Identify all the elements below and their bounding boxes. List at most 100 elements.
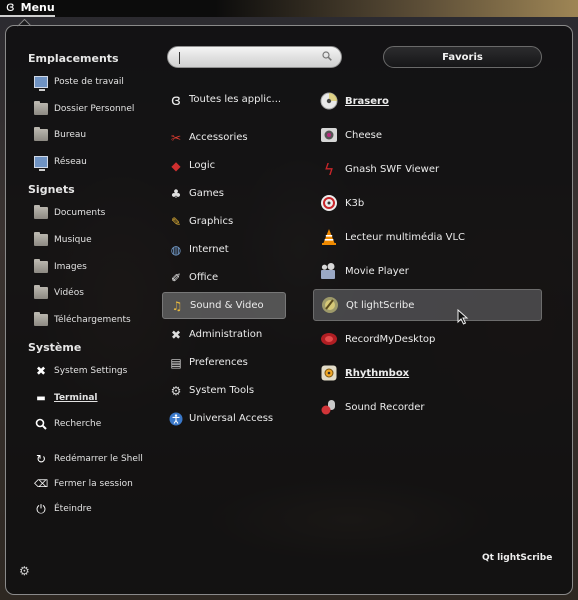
system-item-search[interactable]: Recherche bbox=[34, 415, 101, 433]
system-item-terminal[interactable]: ▬ Terminal bbox=[34, 389, 97, 407]
folder-icon bbox=[34, 285, 48, 299]
category-system-tools[interactable]: ⚙ System Tools bbox=[162, 377, 286, 404]
category-office[interactable]: ✐ Office bbox=[162, 264, 286, 291]
session-label: Fermer la session bbox=[54, 479, 133, 489]
category-label: System Tools bbox=[189, 385, 255, 396]
folder-icon bbox=[34, 101, 48, 115]
office-icon: ✐ bbox=[170, 270, 182, 285]
bookmark-item-documents[interactable]: Documents bbox=[34, 204, 105, 222]
place-label: Dossier Personnel bbox=[54, 104, 135, 114]
top-bar: ɞ Menu bbox=[0, 0, 578, 17]
category-label: Internet bbox=[189, 244, 229, 255]
favorites-button[interactable]: Favoris bbox=[383, 46, 542, 68]
k3b-icon bbox=[319, 193, 339, 213]
category-all-applications[interactable]: ɞ Toutes les applic... bbox=[162, 86, 286, 113]
bookmark-label: Téléchargements bbox=[54, 315, 131, 325]
bookmark-item-downloads[interactable]: Téléchargements bbox=[34, 311, 131, 329]
mouse-pointer-icon bbox=[457, 309, 469, 325]
app-k3b[interactable]: K3b bbox=[313, 187, 542, 219]
lightscribe-icon bbox=[320, 295, 340, 315]
category-games[interactable]: ♣ Games bbox=[162, 180, 286, 207]
search-icon bbox=[34, 417, 48, 431]
places-heading: Emplacements bbox=[28, 52, 119, 65]
bookmark-item-images[interactable]: Images bbox=[34, 258, 87, 276]
top-bar-background bbox=[60, 0, 578, 17]
selected-app-name: Qt lightScribe bbox=[482, 553, 553, 563]
tools-icon: ✖ bbox=[35, 364, 47, 378]
place-label: Poste de travail bbox=[54, 77, 124, 87]
menu-label: Menu bbox=[20, 1, 55, 14]
bookmarks-heading: Signets bbox=[28, 183, 75, 196]
app-label: Gnash SWF Viewer bbox=[345, 163, 440, 175]
terminal-icon: ▬ bbox=[36, 392, 46, 404]
app-label: Qt lightScribe bbox=[346, 299, 415, 311]
category-sound-video[interactable]: ♫ Sound & Video bbox=[162, 292, 286, 319]
folder-icon bbox=[34, 232, 48, 246]
category-accessories[interactable]: ✂ Accessories bbox=[162, 124, 286, 151]
app-gnash[interactable]: ϟ Gnash SWF Viewer bbox=[313, 153, 542, 185]
app-label: RecordMyDesktop bbox=[345, 333, 436, 345]
folder-icon bbox=[34, 312, 48, 326]
app-sound-recorder[interactable]: Sound Recorder bbox=[313, 391, 542, 423]
place-item-network[interactable]: Réseau bbox=[34, 153, 87, 171]
category-logic[interactable]: ◆ Logic bbox=[162, 152, 286, 179]
accessibility-icon bbox=[168, 411, 184, 427]
folder-icon bbox=[34, 259, 48, 273]
session-item-restart-shell[interactable]: ↻ Redémarrer le Shell bbox=[34, 450, 143, 468]
category-graphics[interactable]: ✎ Graphics bbox=[162, 208, 286, 235]
restart-icon: ↻ bbox=[35, 452, 47, 466]
place-item-computer[interactable]: Poste de travail bbox=[34, 73, 124, 91]
app-label: Lecteur multimédia VLC bbox=[345, 231, 466, 243]
category-universal-access[interactable]: Universal Access bbox=[162, 405, 286, 432]
search-input[interactable] bbox=[167, 46, 342, 68]
place-item-desktop[interactable]: Bureau bbox=[34, 126, 86, 144]
app-label: Movie Player bbox=[345, 265, 409, 277]
folder-icon bbox=[34, 205, 48, 219]
category-label: Logic bbox=[189, 160, 216, 171]
category-label: Accessories bbox=[189, 132, 248, 143]
session-label: Redémarrer le Shell bbox=[54, 454, 143, 464]
session-item-logout[interactable]: ⌫ Fermer la session bbox=[34, 475, 133, 493]
gnome-foot-icon: ɞ bbox=[6, 0, 15, 15]
app-label: Cheese bbox=[345, 129, 382, 141]
gnome-foot-icon: ɞ bbox=[171, 90, 181, 109]
system-item-settings[interactable]: ✖ System Settings bbox=[34, 362, 127, 380]
camera-icon bbox=[319, 125, 339, 145]
games-icon: ♣ bbox=[170, 186, 182, 201]
network-icon bbox=[34, 156, 48, 171]
folder-icon bbox=[34, 127, 48, 141]
app-label: Sound Recorder bbox=[345, 401, 425, 413]
bookmark-item-music[interactable]: Musique bbox=[34, 231, 92, 249]
vlc-cone-icon bbox=[319, 227, 339, 247]
movie-icon bbox=[319, 261, 339, 281]
session-item-shutdown[interactable]: ⏻ Éteindre bbox=[34, 500, 91, 518]
category-label: Toutes les applic... bbox=[189, 94, 282, 105]
category-label: Games bbox=[189, 188, 224, 199]
menu-button[interactable]: ɞ Menu bbox=[0, 0, 55, 17]
settings-gear-icon[interactable]: ⚙ bbox=[19, 564, 30, 578]
bookmark-item-videos[interactable]: Vidéos bbox=[34, 284, 84, 302]
app-label: Rhythmbox bbox=[345, 367, 410, 379]
preferences-icon: ▤ bbox=[170, 355, 182, 370]
app-cheese[interactable]: Cheese bbox=[313, 119, 542, 151]
app-qt-lightscribe[interactable]: Qt lightScribe bbox=[313, 289, 542, 321]
app-rhythmbox[interactable]: Rhythmbox bbox=[313, 357, 542, 389]
computer-icon bbox=[34, 76, 48, 91]
microphone-icon bbox=[319, 397, 339, 417]
category-administration[interactable]: ✖ Administration bbox=[162, 321, 286, 348]
text-cursor bbox=[179, 52, 180, 64]
app-movie-player[interactable]: Movie Player bbox=[313, 255, 542, 287]
bookmark-label: Vidéos bbox=[54, 288, 84, 298]
app-brasero[interactable]: Brasero bbox=[313, 85, 542, 117]
app-vlc[interactable]: Lecteur multimédia VLC bbox=[313, 221, 542, 253]
logout-icon: ⌫ bbox=[33, 478, 49, 490]
category-label: Universal Access bbox=[189, 413, 274, 424]
flash-icon: ϟ bbox=[323, 159, 335, 179]
app-label: K3b bbox=[345, 197, 365, 209]
place-item-home[interactable]: Dossier Personnel bbox=[34, 100, 134, 118]
app-recordmydesktop[interactable]: RecordMyDesktop bbox=[313, 323, 542, 355]
category-preferences[interactable]: ▤ Preferences bbox=[162, 349, 286, 376]
category-internet[interactable]: ◍ Internet bbox=[162, 236, 286, 263]
category-label: Preferences bbox=[189, 357, 248, 368]
place-label: Réseau bbox=[54, 157, 87, 167]
